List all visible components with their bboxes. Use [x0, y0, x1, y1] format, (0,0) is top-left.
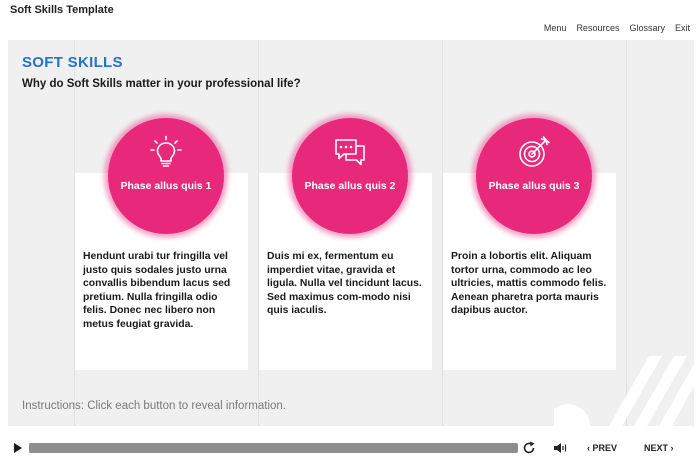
phase-2-label: Phase allus quis 2: [304, 180, 396, 192]
phase-3-button[interactable]: Phase allus quis 3: [476, 118, 592, 234]
prev-button[interactable]: ‹ PREV: [587, 443, 617, 453]
play-button[interactable]: [14, 443, 22, 453]
exit-link[interactable]: Exit: [675, 23, 690, 33]
decorative-stripes: [554, 356, 694, 426]
phase-2-description: Duis mi ex, fermentum eu imperdiet vitae…: [267, 251, 422, 317]
replay-icon[interactable]: [522, 441, 536, 455]
chat-bubbles-icon: [335, 139, 365, 166]
phase-3-description: Proin a lobortis elit. Aliquam tortor ur…: [451, 251, 607, 317]
player-controls: ‹ PREV NEXT ›: [0, 436, 700, 460]
phase-3-label: Phase allus quis 3: [488, 180, 580, 192]
app-title: Soft Skills Template: [10, 4, 114, 16]
resources-link[interactable]: Resources: [576, 23, 619, 33]
top-navigation: Menu Resources Glossary Exit: [544, 23, 690, 33]
progress-bar[interactable]: [29, 443, 518, 453]
phase-1-button[interactable]: Phase allus quis 1: [108, 118, 224, 234]
target-arrow-icon: [519, 136, 550, 167]
instructions-text: Instructions: Click each button to revea…: [22, 400, 286, 412]
volume-icon[interactable]: [553, 442, 567, 454]
lightbulb-icon: [150, 135, 182, 167]
slide-title: SOFT SKILLS: [22, 54, 123, 71]
phase-1-label: Phase allus quis 1: [120, 180, 212, 192]
phase-1-description: Hendunt urabi tur fringilla vel justo qu…: [83, 251, 231, 330]
glossary-link[interactable]: Glossary: [629, 23, 665, 33]
slide-content: SOFT SKILLS Why do Soft Skills matter in…: [8, 40, 694, 426]
menu-link[interactable]: Menu: [544, 23, 567, 33]
slide-subtitle: Why do Soft Skills matter in your profes…: [22, 78, 301, 90]
next-button[interactable]: NEXT ›: [644, 443, 674, 453]
phase-2-button[interactable]: Phase allus quis 2: [292, 118, 408, 234]
